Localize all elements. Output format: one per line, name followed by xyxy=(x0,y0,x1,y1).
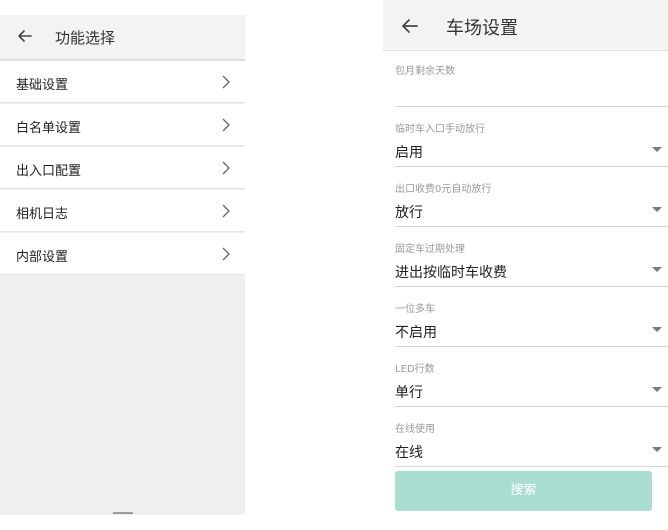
field-label: 固定车过期处理 xyxy=(395,244,465,255)
chevron-right-icon xyxy=(221,74,231,89)
select-value: 进出按临时车收费 xyxy=(395,265,507,281)
field-label: LED行数 xyxy=(395,364,435,375)
bottom-handle-bar[interactable] xyxy=(113,512,133,514)
menu-item-camera-log[interactable]: 相机日志 xyxy=(0,190,245,232)
temp-vehicle-manual-release-select[interactable]: 临时车入口手动放行 启用 xyxy=(395,120,668,167)
back-arrow-icon[interactable] xyxy=(14,25,36,47)
select-value: 启用 xyxy=(395,145,423,161)
zero-fee-auto-release-select[interactable]: 出口收费0元自动放行 放行 xyxy=(395,180,668,227)
select-value: 不启用 xyxy=(395,325,437,341)
menu-item-entrance-exit-config[interactable]: 出入口配置 xyxy=(0,147,245,189)
led-rows-select[interactable]: LED行数 单行 xyxy=(395,360,668,407)
chevron-right-icon xyxy=(221,160,231,175)
field-label: 一位多车 xyxy=(395,304,435,315)
menu-item-whitelist-settings[interactable]: 白名单设置 xyxy=(0,104,245,146)
chevron-right-icon xyxy=(221,246,231,261)
multi-car-per-space-select[interactable]: 一位多车 不启用 xyxy=(395,300,668,347)
menu-item-label: 相机日志 xyxy=(16,207,69,222)
left-header: 功能选择 xyxy=(0,15,245,60)
caret-down-icon xyxy=(652,327,662,332)
select-value: 在线 xyxy=(395,445,423,461)
menu-item-internal-settings[interactable]: 内部设置 xyxy=(0,233,245,275)
right-header: 车场设置 xyxy=(383,0,668,51)
caret-down-icon xyxy=(652,147,662,152)
field-label: 出口收费0元自动放行 xyxy=(395,184,492,195)
field-label: 在线使用 xyxy=(395,424,435,435)
caret-down-icon xyxy=(652,387,662,392)
menu-item-basic-settings[interactable]: 基础设置 xyxy=(0,61,245,103)
menu-item-label: 白名单设置 xyxy=(16,121,82,136)
page-title: 车场设置 xyxy=(446,18,518,39)
monthly-remaining-days-field[interactable]: 包月剩余天数 xyxy=(395,62,668,107)
menu-item-label: 基础设置 xyxy=(16,78,69,93)
back-arrow-icon[interactable] xyxy=(399,15,421,37)
search-button[interactable]: 搜索 xyxy=(395,471,652,511)
field-label: 包月剩余天数 xyxy=(395,66,455,77)
settings-menu: 基础设置 白名单设置 出入口配置 相机日志 内部设置 xyxy=(0,61,245,275)
menu-item-label: 出入口配置 xyxy=(16,164,82,179)
caret-down-icon xyxy=(652,207,662,212)
menu-item-label: 内部设置 xyxy=(16,250,69,265)
select-value: 放行 xyxy=(395,205,423,221)
field-label: 临时车入口手动放行 xyxy=(395,124,485,135)
chevron-right-icon xyxy=(221,117,231,132)
caret-down-icon xyxy=(652,267,662,272)
online-usage-select[interactable]: 在线使用 在线 xyxy=(395,420,668,467)
select-value: 单行 xyxy=(395,385,423,401)
caret-down-icon xyxy=(652,447,662,452)
parking-lot-settings-panel: 车场设置 包月剩余天数 临时车入口手动放行 启用 出口收费0元自动放行 放行 固… xyxy=(383,0,668,530)
fixed-vehicle-expiry-select[interactable]: 固定车过期处理 进出按临时车收费 xyxy=(395,240,668,287)
function-select-panel: 功能选择 基础设置 白名单设置 出入口配置 相机日志 内部设置 xyxy=(0,15,245,515)
chevron-right-icon xyxy=(221,203,231,218)
page-title: 功能选择 xyxy=(55,29,116,47)
